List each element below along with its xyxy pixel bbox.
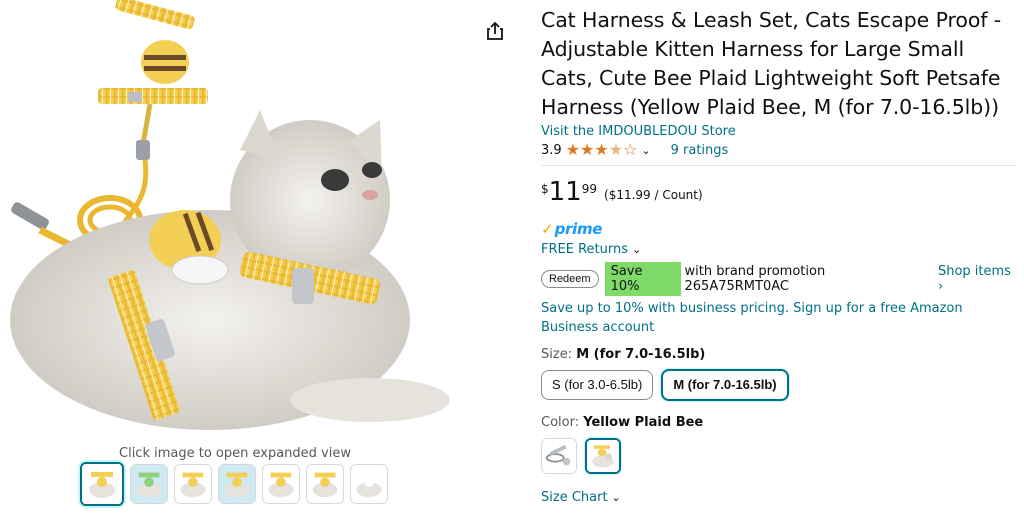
prime-badge[interactable]: ✓ prime <box>541 220 1019 238</box>
shop-items-link[interactable]: Shop items › <box>938 264 1019 294</box>
star-rating[interactable]: ★ ★ ★ ★ ☆ <box>566 142 638 158</box>
image-gallery: Click image to open expanded view <box>0 0 470 514</box>
unit-price: ($11.99 / Count) <box>604 188 703 202</box>
product-title: Cat Harness & Leash Set, Cats Escape Pro… <box>541 8 1002 119</box>
rating-value: 3.9 <box>541 142 562 158</box>
star-icon: ★ <box>608 140 624 159</box>
free-returns-link[interactable]: FREE Returns ⌄ <box>541 242 1019 257</box>
size-selected-value: M (for 7.0-16.5lb) <box>576 347 706 362</box>
thumbnail-6[interactable] <box>306 464 344 504</box>
free-returns-label: FREE Returns <box>541 242 628 257</box>
color-swatch-yellow-plaid-bee[interactable] <box>585 438 621 474</box>
product-details: Cat Harness & Leash Set, Cats Escape Pro… <box>541 6 1019 505</box>
chevron-down-icon: ⌄ <box>631 243 642 256</box>
click-to-expand-hint: Click image to open expanded view <box>119 446 351 461</box>
price-symbol: $ <box>541 182 549 196</box>
thumbnail-7[interactable] <box>350 464 388 504</box>
promotion-text: with brand promotion 265A75RMT0AC <box>684 264 826 294</box>
star-icon: ★ <box>580 140 595 159</box>
price-whole: 11 <box>548 177 582 207</box>
redeem-button[interactable]: Redeem <box>541 270 599 288</box>
star-icon: ★ <box>594 140 609 159</box>
star-icon: ☆ <box>623 140 638 159</box>
store-link[interactable]: Visit the IMDOUBLEDOU Store <box>541 124 1019 139</box>
size-label-row: Size: M (for 7.0-16.5lb) <box>541 347 1019 362</box>
color-options <box>541 438 1019 474</box>
color-selected-value: Yellow Plaid Bee <box>583 415 704 430</box>
main-product-image[interactable] <box>10 0 460 444</box>
thumbnail-strip <box>80 462 388 506</box>
size-option-s[interactable]: S (for 3.0-6.5lb) <box>541 370 654 400</box>
size-chart-link[interactable]: Size Chart ⌄ <box>541 490 1019 505</box>
color-label: Color: <box>541 415 580 430</box>
save-badge: Save 10% <box>604 262 681 296</box>
star-icon: ★ <box>565 140 581 159</box>
chevron-down-icon[interactable]: ⌄ <box>641 144 650 157</box>
prime-check-icon: ✓ <box>541 220 554 238</box>
color-swatch-gray[interactable] <box>541 438 577 474</box>
promotion-row: Redeem Save 10% with brand promotion 265… <box>541 262 1019 296</box>
size-option-m[interactable]: M (for 7.0-16.5lb) <box>661 369 789 401</box>
thumbnail-5[interactable] <box>262 464 300 504</box>
prime-label: prime <box>554 220 603 238</box>
size-chart-label: Size Chart <box>541 490 608 505</box>
chevron-down-icon: ⌄ <box>611 491 621 504</box>
divider <box>541 165 1017 166</box>
thumbnail-1[interactable] <box>80 462 124 506</box>
price: $ 11 99 ($11.99 / Count) <box>541 178 1019 208</box>
thumbnail-2[interactable] <box>130 464 168 504</box>
ratings-count-link[interactable]: 9 ratings <box>671 143 729 158</box>
size-options: S (for 3.0-6.5lb) M (for 7.0-16.5lb) <box>541 369 1019 401</box>
rating-row: 3.9 ★ ★ ★ ★ ☆ ⌄ 9 ratings <box>541 141 1019 159</box>
color-label-row: Color: Yellow Plaid Bee <box>541 415 1019 430</box>
thumbnail-4[interactable] <box>218 464 256 504</box>
thumbnail-3[interactable] <box>174 464 212 504</box>
business-pricing-link[interactable]: Save up to 10% with business pricing. Si… <box>541 299 1001 337</box>
size-label: Size: <box>541 347 573 362</box>
price-fraction: 99 <box>581 182 598 196</box>
share-icon[interactable] <box>484 20 506 42</box>
